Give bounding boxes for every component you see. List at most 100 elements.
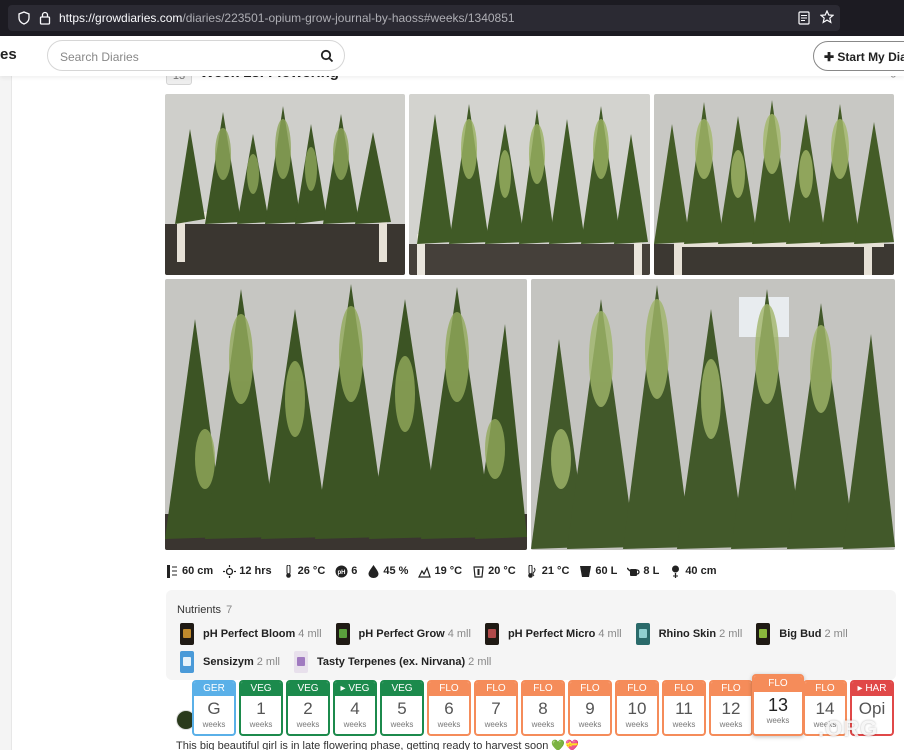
stat-lamp-distance: 40 cm [669, 565, 717, 578]
stat-humidity: 45 % [367, 564, 408, 578]
nutrient-item[interactable]: Big Bud 2 mll [756, 623, 848, 645]
nutrients-row-2: Sensizym 2 mll Tasty Terpenes (ex. Nirvan… [180, 651, 505, 673]
solution-temperature-icon [473, 565, 484, 578]
week-conditions: 60 cm 12 hrs 26 °C pH 6 45 % 19 °C 20 °C … [166, 562, 727, 580]
nutrient-amount: 4 mll [447, 628, 471, 640]
lock-icon[interactable] [39, 11, 51, 25]
week-photo-2[interactable] [409, 94, 650, 275]
nutrient-bottle-icon [180, 651, 194, 673]
stat-ph-value: 6 [351, 565, 358, 577]
week-tab-2[interactable]: VEG 2 weeks [286, 680, 330, 736]
nutrient-bottle-icon [180, 623, 194, 645]
star-icon[interactable] [820, 10, 834, 24]
week-tab-unit: weeks [437, 720, 461, 729]
ph-icon: pH [335, 565, 348, 577]
nutrient-item[interactable]: Sensizym 2 mll [180, 651, 280, 673]
week-tab-number: 6 [444, 699, 454, 718]
week-tab-number: 4 [350, 699, 360, 718]
url-path: /diaries/223501-opium-grow-journal-by-ha… [182, 11, 515, 25]
stat-lamp-value: 40 cm [685, 565, 717, 577]
nutrient-item[interactable]: Rhino Skin 2 mll [635, 623, 743, 645]
week-tab-9[interactable]: FLO 9 weeks [568, 680, 612, 736]
week-tab-phase: FLO [664, 682, 704, 696]
week-tab-phase: FLO [476, 682, 516, 696]
week-photo-5[interactable] [531, 279, 895, 550]
week-tab-number: 11 [675, 699, 693, 718]
stat-pot-size: 60 L [579, 565, 617, 578]
svg-text:pH: pH [338, 570, 346, 576]
url-host: https://growdiaries.com [59, 11, 183, 25]
week-tab-number: 9 [585, 699, 595, 718]
week-tab-8[interactable]: FLO 8 weeks [521, 680, 565, 736]
week-tab-11[interactable]: FLO 11 weeks [662, 680, 706, 736]
humidity-icon [368, 564, 379, 578]
week-tab-unit: weeks [249, 720, 273, 729]
nutrient-item[interactable]: Tasty Terpenes (ex. Nirvana) 2 mll [293, 651, 492, 673]
height-icon [167, 564, 177, 578]
week-tab-unit: weeks [719, 720, 743, 729]
stat-light-value: 12 hrs [239, 565, 272, 577]
week-tab-number: 7 [491, 699, 501, 718]
week-tab-number: G [207, 699, 221, 718]
site-header: es Search Diaries ✚ Start My Diary [0, 36, 904, 76]
week-tab-6[interactable]: FLO 6 weeks [427, 680, 471, 736]
nutrients-label: Nutrients [177, 604, 222, 616]
url-text[interactable]: https://growdiaries.com/diaries/223501-o… [59, 11, 515, 25]
week-tab-unit: weeks [625, 720, 649, 729]
nutrient-name: pH Perfect Grow [358, 628, 445, 640]
week-tab-phase: ▸ HAR [852, 682, 892, 696]
nutrients-count: 7 [226, 604, 233, 616]
nutrient-item[interactable]: pH Perfect Grow 4 mll [335, 623, 471, 645]
start-diary-button[interactable]: ✚ Start My Diary [813, 41, 904, 71]
week-tab-unit: weeks [343, 720, 367, 729]
week-tab-12[interactable]: FLO 12 weeks [709, 680, 753, 736]
stat-day-temp: 26 °C [282, 564, 325, 578]
week-photo-3[interactable] [654, 94, 894, 275]
nutrient-bottle-icon [335, 623, 350, 645]
nutrients-row-1: pH Perfect Bloom 4 mll pH Perfect Grow 4 m… [180, 623, 862, 645]
site-logo[interactable]: es [0, 46, 17, 63]
week-tab-unit: weeks [484, 720, 508, 729]
week-tab-number: 2 [303, 699, 313, 718]
search-input[interactable]: Search Diaries [47, 40, 345, 71]
week-tab-13-active[interactable]: FLO 13 weeks [752, 674, 804, 736]
week-tab-4[interactable]: ▸ VEG 4 weeks [333, 680, 377, 736]
week-tab-phase: GER [194, 682, 234, 696]
week-tab-unit: weeks [578, 720, 602, 729]
week-tab-germination[interactable]: GER Gweeks [192, 680, 236, 736]
nutrient-bottle-icon [484, 623, 499, 645]
stat-solution-temp: 20 °C [472, 565, 516, 578]
nutrient-amount: 2 mll [468, 656, 492, 668]
week-photo-1[interactable] [165, 94, 405, 275]
week-tab-phase: FLO [754, 676, 802, 692]
stat-solution-temp-value: 20 °C [488, 565, 516, 577]
nutrient-item[interactable]: pH Perfect Micro 4 mll [484, 623, 622, 645]
address-bar[interactable]: https://growdiaries.com/diaries/223501-o… [8, 5, 840, 31]
nutrient-item[interactable]: pH Perfect Bloom 4 mll [180, 623, 322, 645]
week-tab-7[interactable]: FLO 7 weeks [474, 680, 518, 736]
week-tab-1[interactable]: VEG 1 weeks [239, 680, 283, 736]
pot-size-icon [580, 565, 592, 577]
week-tab-phase: FLO [805, 682, 845, 696]
week-tab-unit: weeks [296, 720, 320, 729]
week-tab-unit: weeks [766, 716, 790, 725]
nutrient-amount: 2 mll [719, 628, 743, 640]
week-tab-unit: weeks [390, 720, 414, 729]
week-tab-number: 12 [721, 699, 741, 718]
nutrient-bottle-icon [756, 623, 771, 645]
search-icon[interactable] [320, 49, 334, 63]
shield-icon[interactable] [18, 11, 30, 25]
nutrient-name: Rhino Skin [658, 628, 717, 640]
nutrient-name: pH Perfect Bloom [203, 628, 296, 640]
week-tab-10[interactable]: FLO 10 weeks [615, 680, 659, 736]
nutrient-name: pH Perfect Micro [507, 628, 596, 640]
stat-watering-value: 8 L [643, 565, 660, 577]
nutrient-bottle-icon [635, 623, 650, 645]
substrate-temperature-icon [527, 564, 536, 578]
week-tab-number: 8 [538, 699, 548, 718]
week-tab-phase: FLO [523, 682, 563, 696]
week-tab-number: 10 [627, 699, 647, 718]
week-photo-4[interactable] [165, 279, 527, 550]
reader-view-icon[interactable] [798, 11, 810, 25]
week-tab-5[interactable]: VEG 5 weeks [380, 680, 424, 736]
